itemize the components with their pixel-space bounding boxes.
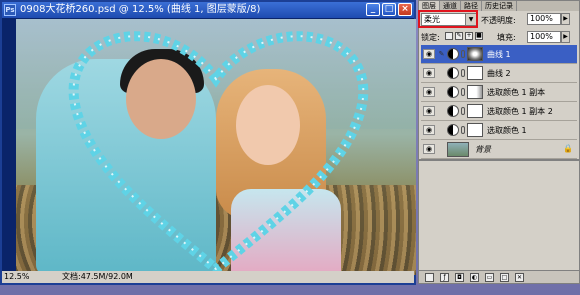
adjustment-layer-icon (447, 86, 459, 98)
lock-transparency-icon[interactable] (445, 32, 453, 40)
layer-mask-thumbnail[interactable] (467, 47, 483, 61)
link-icon[interactable] (461, 107, 465, 115)
layer-name: 选取颜色 1 (487, 126, 527, 135)
eye-icon[interactable]: ◉ (423, 125, 435, 135)
adjustment-layer-icon (447, 67, 459, 79)
layers-list: ◉ ✎ 曲线 1 ◉ 曲线 2 ◉ 选取颜色 1 副本 ◉ 选取颜色 1 副本 … (421, 45, 577, 159)
link-icon[interactable] (461, 69, 465, 77)
layer-name: 背景 (475, 145, 491, 154)
layer-name: 选取颜色 1 副本 2 (487, 107, 553, 116)
fill-value: 100% (530, 32, 553, 41)
trash-icon[interactable]: ✕ (515, 272, 524, 282)
lock-icon: 🔒 (563, 144, 573, 153)
heart-frame-illustration (68, 31, 369, 275)
link-icon[interactable] (461, 88, 465, 96)
adjustment-layer-icon (447, 48, 459, 60)
chevron-right-icon[interactable]: ▶ (561, 31, 570, 43)
document-title: 0908大花桥260.psd @ 12.5% (曲线 1, 图层蒙版/8) (20, 4, 261, 15)
layer-mask-thumbnail[interactable] (467, 66, 483, 80)
layer-mask-thumbnail[interactable] (467, 85, 483, 99)
eye-icon[interactable]: ◉ (423, 49, 435, 59)
opacity-field[interactable]: 100% ▶ (527, 13, 570, 25)
link-layers-icon[interactable] (425, 272, 434, 282)
document-size-info: 文档:47.5M/92.0M (62, 272, 133, 281)
brush-icon: ✎ (438, 50, 445, 58)
opacity-value: 100% (530, 14, 553, 23)
lock-image-icon[interactable]: ✎ (455, 32, 463, 40)
eye-icon[interactable]: ◉ (423, 87, 435, 97)
layer-name: 选取颜色 1 副本 (487, 88, 546, 97)
eye-icon[interactable]: ◉ (423, 68, 435, 78)
adjustment-layer-icon (447, 105, 459, 117)
tab-channels[interactable]: 通道 (440, 1, 461, 11)
blend-row: 柔光 ▼ 不透明度: 100% ▶ (421, 13, 577, 27)
zoom-level[interactable]: 12.5% (4, 271, 29, 283)
layer-name: 曲线 1 (487, 50, 511, 59)
new-layer-icon[interactable]: □ (500, 272, 509, 282)
panel-tabs: 图层 通道 路径 历史记录 (419, 1, 579, 11)
minimize-button[interactable]: _ (366, 3, 380, 16)
opacity-label: 不透明度: (481, 16, 516, 25)
window-controls: _ □ × (366, 3, 412, 16)
link-icon[interactable] (461, 50, 465, 58)
chevron-right-icon[interactable]: ▶ (561, 13, 570, 25)
layers-panel-empty-area (418, 160, 580, 280)
eye-icon[interactable]: ◉ (423, 106, 435, 116)
layers-panel: 图层 通道 路径 历史记录 柔光 ▼ 不透明度: 100% ▶ 锁定: ✎ + … (418, 0, 580, 160)
layer-row-selective-color-copy-2[interactable]: ◉ 选取颜色 1 副本 2 (421, 102, 577, 121)
layer-mask-thumbnail[interactable] (467, 104, 483, 118)
chevron-down-icon[interactable]: ▼ (465, 14, 476, 25)
blend-mode-value: 柔光 (424, 15, 440, 24)
layer-row-curves-1[interactable]: ◉ ✎ 曲线 1 (421, 45, 577, 64)
layer-row-selective-color-copy[interactable]: ◉ 选取颜色 1 副本 (421, 83, 577, 102)
fill-label: 填充: (497, 33, 516, 42)
layer-mask-thumbnail[interactable] (467, 123, 483, 137)
tab-layers[interactable]: 图层 (419, 1, 440, 11)
photoshop-workspace: Ps 0908大花桥260.psd @ 12.5% (曲线 1, 图层蒙版/8)… (0, 0, 580, 295)
canvas-image[interactable] (16, 19, 416, 275)
layer-row-curves-2[interactable]: ◉ 曲线 2 (421, 64, 577, 83)
lock-options: ✎ + ■ (445, 32, 483, 40)
layer-style-icon[interactable]: ƒ (440, 272, 449, 282)
link-icon[interactable] (461, 126, 465, 134)
eye-icon[interactable]: ◉ (423, 144, 435, 154)
lock-position-icon[interactable]: + (465, 32, 473, 40)
document-statusbar: 12.5% 文档:47.5M/92.0M (2, 271, 414, 283)
layers-panel-footer: ƒ ◘ ◐ ▭ □ ✕ (418, 270, 580, 284)
lock-row: 锁定: ✎ + ■ 填充: 100% ▶ (421, 31, 577, 43)
adjustment-layer-icon (447, 124, 459, 136)
layer-row-background[interactable]: ◉ 背景 🔒 (421, 140, 577, 159)
layer-name: 曲线 2 (487, 69, 511, 78)
blend-mode-select[interactable]: 柔光 ▼ (421, 13, 477, 26)
tab-history[interactable]: 历史记录 (482, 1, 517, 11)
maximize-button[interactable]: □ (382, 3, 396, 16)
lock-all-icon[interactable]: ■ (475, 32, 483, 40)
close-button[interactable]: × (398, 3, 412, 16)
adjustment-icon[interactable]: ◐ (470, 272, 479, 282)
document-window[interactable]: Ps 0908大花桥260.psd @ 12.5% (曲线 1, 图层蒙版/8)… (0, 0, 416, 285)
document-titlebar[interactable]: Ps 0908大花桥260.psd @ 12.5% (曲线 1, 图层蒙版/8)… (2, 2, 414, 18)
lock-label: 锁定: (421, 33, 440, 42)
layer-row-selective-color-1[interactable]: ◉ 选取颜色 1 (421, 121, 577, 140)
photoshop-doc-icon: Ps (4, 4, 16, 16)
tab-paths[interactable]: 路径 (461, 1, 482, 11)
fill-field[interactable]: 100% ▶ (527, 31, 570, 43)
layer-image-thumbnail[interactable] (447, 142, 469, 157)
new-group-icon[interactable]: ▭ (485, 272, 494, 282)
add-mask-icon[interactable]: ◘ (455, 272, 464, 282)
